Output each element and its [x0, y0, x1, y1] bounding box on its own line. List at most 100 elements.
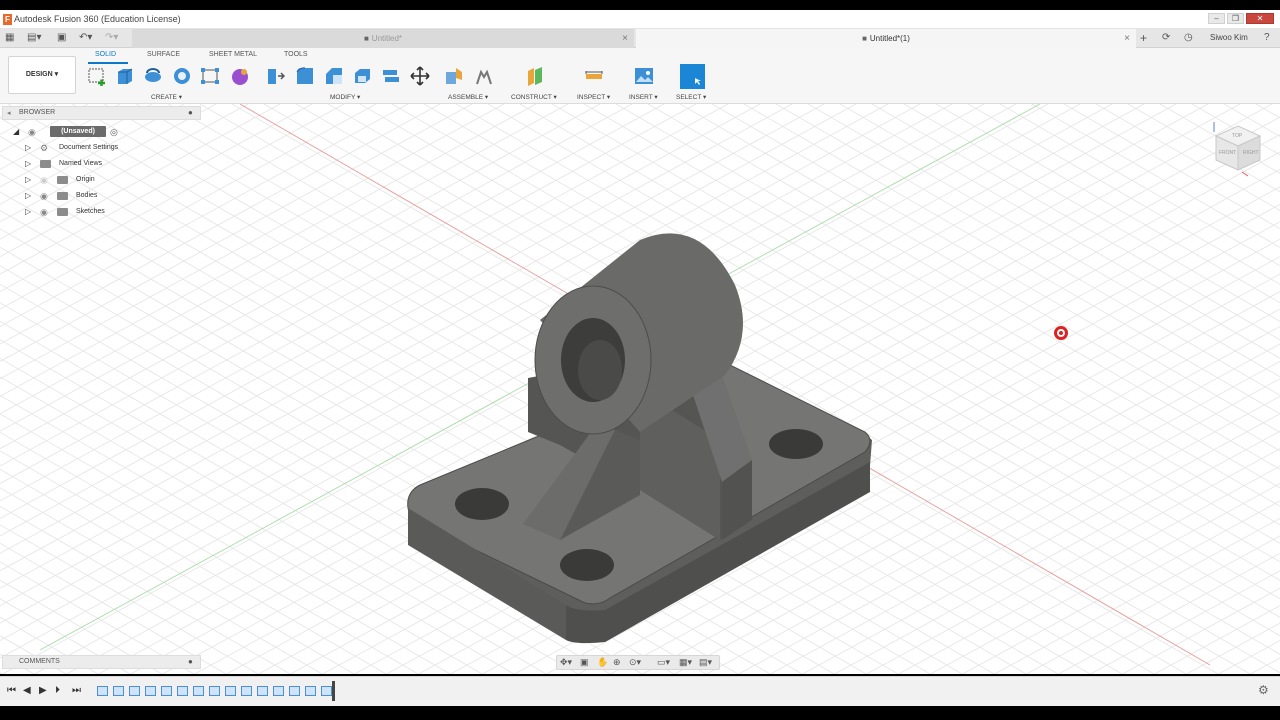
tab-untitled-1[interactable]: ■ Untitled*(1) × — [636, 29, 1136, 48]
timeline-feature-icon[interactable] — [241, 686, 252, 696]
visibility-eye-icon[interactable]: ◉ — [28, 127, 36, 138]
revolve-icon[interactable] — [143, 66, 163, 86]
visibility-eye-icon[interactable]: ◉ — [40, 207, 48, 218]
expand-triangle-icon[interactable]: ▷ — [25, 175, 31, 184]
look-at-icon[interactable]: ▣ — [580, 657, 589, 668]
expand-triangle-icon[interactable]: ▷ — [25, 159, 31, 168]
clock-icon[interactable]: ◷ — [1184, 32, 1193, 44]
go-to-end-icon[interactable]: ⏭ — [72, 685, 81, 696]
create-menu[interactable]: CREATE ▾ — [151, 93, 182, 101]
construct-menu[interactable]: CONSTRUCT ▾ — [511, 93, 557, 101]
collapse-panel-icon[interactable]: ◂ — [7, 109, 11, 117]
timeline-feature-icon[interactable] — [145, 686, 156, 696]
comments-panel-header[interactable]: COMMENTS ● — [2, 655, 201, 669]
tab-sheet-metal[interactable]: SHEET METAL — [209, 51, 257, 58]
minimize-button[interactable]: – — [1208, 13, 1225, 24]
zoom-icon[interactable]: ⊕ — [613, 657, 621, 668]
close-tab-icon[interactable]: × — [622, 29, 628, 48]
timeline-marker[interactable] — [332, 681, 335, 701]
timeline-feature-icon[interactable] — [209, 686, 220, 696]
visibility-eye-icon[interactable]: ◉ — [40, 191, 48, 202]
step-forward-icon[interactable]: ⏵ — [55, 685, 60, 696]
insert-menu[interactable]: INSERT ▾ — [629, 93, 658, 101]
select-menu[interactable]: SELECT ▾ — [676, 93, 706, 101]
viewports-icon[interactable]: ▤▾ — [699, 657, 712, 668]
timeline-feature-icon[interactable] — [161, 686, 172, 696]
pan-icon[interactable]: ✋ — [597, 657, 608, 668]
chamfer-icon[interactable] — [324, 66, 344, 86]
measure-icon[interactable] — [584, 66, 604, 86]
browser-item-named-views[interactable]: ▷ Named Views — [0, 156, 200, 172]
user-name[interactable]: Siwoo Kim — [1210, 33, 1248, 42]
close-window-button[interactable]: ✕ — [1246, 13, 1274, 24]
zoom-window-icon[interactable]: ⊙▾ — [629, 657, 641, 668]
shell-icon[interactable] — [352, 66, 372, 86]
grid-menu-icon[interactable]: ▦ — [5, 32, 14, 44]
pin-icon[interactable]: ● — [188, 657, 193, 666]
redo-icon[interactable]: ↷▾ — [105, 32, 118, 44]
pin-icon[interactable]: ● — [188, 108, 193, 117]
hole-icon[interactable] — [172, 66, 192, 86]
grid-settings-icon[interactable]: ▦▾ — [679, 657, 692, 668]
timeline-feature-icon[interactable] — [305, 686, 316, 696]
gear-icon[interactable]: ⚙ — [1258, 683, 1269, 697]
assemble-menu[interactable]: ASSEMBLE ▾ — [448, 93, 488, 101]
tab-untitled[interactable]: ■ Untitled* × — [132, 29, 634, 48]
view-cube[interactable]: TOP FRONT RIGHT — [1206, 118, 1266, 178]
rectangular-pattern-icon[interactable] — [200, 66, 220, 86]
fillet-icon[interactable] — [295, 66, 315, 86]
go-to-start-icon[interactable]: ⏮ — [7, 685, 16, 696]
orbit-icon[interactable]: ✥▾ — [560, 657, 572, 668]
browser-panel-header[interactable]: ◂ BROWSER ● — [2, 106, 201, 120]
browser-root-row[interactable]: ◢ ◉ (Unsaved) ◎ — [0, 124, 200, 140]
tab-tools[interactable]: TOOLS — [284, 51, 308, 58]
create-sketch-icon[interactable] — [87, 66, 107, 86]
workspace-switcher[interactable]: DESIGN ▾ — [8, 56, 76, 94]
timeline-feature-icon[interactable] — [289, 686, 300, 696]
tab-solid[interactable]: SOLID — [95, 51, 116, 58]
select-icon[interactable] — [680, 64, 705, 89]
timeline-feature-icon[interactable] — [193, 686, 204, 696]
combine-icon[interactable] — [381, 66, 401, 86]
joint-icon[interactable] — [474, 66, 494, 86]
press-pull-icon[interactable] — [265, 66, 285, 86]
visibility-eye-icon[interactable]: ◉ — [40, 175, 48, 186]
insert-image-icon[interactable] — [634, 66, 654, 86]
job-status-icon[interactable]: ⟳ — [1162, 32, 1170, 44]
play-icon[interactable]: ▶ — [39, 685, 47, 696]
file-icon[interactable]: ▤▾ — [27, 32, 41, 44]
help-icon[interactable]: ? — [1264, 32, 1270, 44]
expand-triangle-icon[interactable]: ▷ — [25, 207, 31, 216]
timeline-feature-icon[interactable] — [273, 686, 284, 696]
expand-triangle-icon[interactable]: ▷ — [25, 191, 31, 200]
timeline-feature-icon[interactable] — [257, 686, 268, 696]
root-component[interactable]: (Unsaved) — [50, 126, 106, 137]
timeline-feature-icon[interactable] — [97, 686, 108, 696]
add-tab-icon[interactable]: + — [1140, 32, 1147, 44]
browser-item-document-settings[interactable]: ▷ ⚙ Document Settings — [0, 140, 200, 156]
new-component-icon[interactable] — [444, 66, 464, 86]
timeline-feature-icon[interactable] — [177, 686, 188, 696]
timeline-feature-icon[interactable] — [321, 686, 332, 696]
save-icon[interactable]: ▣ — [57, 32, 66, 44]
expand-triangle-icon[interactable]: ▷ — [25, 143, 31, 152]
offset-plane-icon[interactable] — [525, 66, 545, 86]
create-form-icon[interactable] — [230, 66, 250, 86]
inspect-menu[interactable]: INSPECT ▾ — [577, 93, 610, 101]
display-settings-icon[interactable]: ▭▾ — [657, 657, 670, 668]
browser-item-origin[interactable]: ▷ ◉ Origin — [0, 172, 200, 188]
restore-button[interactable]: ❐ — [1227, 13, 1244, 24]
timeline-feature-icon[interactable] — [129, 686, 140, 696]
extrude-icon[interactable] — [115, 66, 135, 86]
timeline-feature-icon[interactable] — [225, 686, 236, 696]
undo-icon[interactable]: ↶▾ — [79, 32, 92, 44]
modify-menu[interactable]: MODIFY ▾ — [330, 93, 360, 101]
activate-radio-icon[interactable]: ◎ — [110, 127, 118, 138]
browser-item-sketches[interactable]: ▷ ◉ Sketches — [0, 204, 200, 220]
collapse-triangle-icon[interactable]: ◢ — [13, 127, 19, 136]
tab-surface[interactable]: SURFACE — [147, 51, 180, 58]
browser-item-bodies[interactable]: ▷ ◉ Bodies — [0, 188, 200, 204]
timeline-feature-icon[interactable] — [113, 686, 124, 696]
close-tab-icon[interactable]: × — [1124, 29, 1130, 48]
step-back-icon[interactable]: ◀ — [23, 685, 31, 696]
